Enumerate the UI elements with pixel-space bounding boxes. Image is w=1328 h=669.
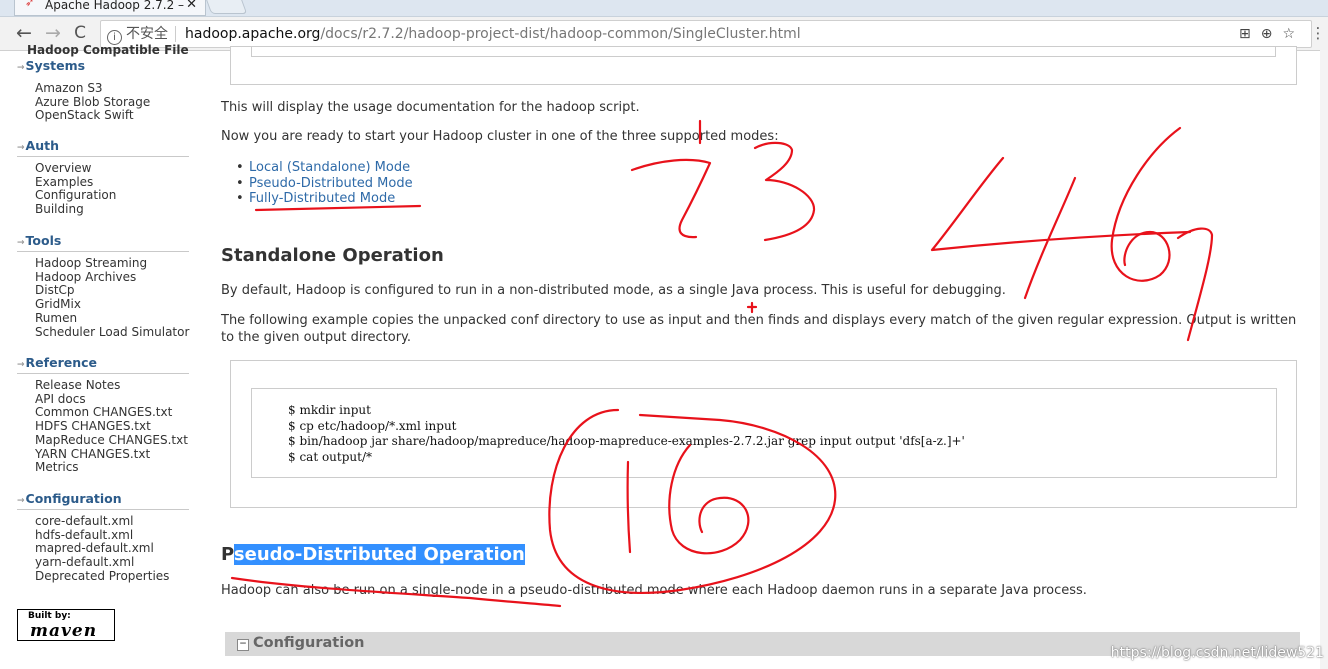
browser-tab-strip: ➶ Apache Hadoop 2.7.2 – ✕: [0, 0, 1328, 17]
sidebar-section-tools: →Tools Hadoop Streaming Hadoop Archives …: [17, 234, 189, 339]
link-fully-distributed-mode[interactable]: Fully-Distributed Mode: [249, 191, 395, 206]
address-actions: ⊞⊕☆: [1239, 21, 1305, 47]
built-by-maven-badge[interactable]: Built by: maven: [17, 609, 115, 641]
heading-first-letter: P: [221, 544, 234, 565]
sidebar-item-amazon-s3[interactable]: Amazon S3: [17, 81, 189, 96]
url-path: /docs/r2.7.2/hadoop-project-dist/hadoop-…: [320, 26, 801, 42]
link-local-mode[interactable]: Local (Standalone) Mode: [249, 160, 410, 175]
address-divider: [175, 26, 176, 42]
standalone-paragraph-2a: The following example copies the unpacke…: [221, 313, 1297, 328]
scrollbar[interactable]: [1320, 50, 1328, 669]
maven-logo: maven: [30, 621, 98, 641]
heading-pseudo-distributed-operation: Pseudo-Distributed Operation: [221, 544, 525, 565]
sidebar-item-azure-blob-storage[interactable]: Azure Blob Storage: [17, 95, 189, 110]
sidebar-heading: Tools: [25, 233, 62, 248]
configuration-heading: Configuration: [253, 635, 365, 651]
sidebar-heading: Systems: [25, 58, 86, 73]
address-bar[interactable]: i 不安全 hadoop.apache.org/docs/r2.7.2/hadoo…: [100, 20, 1312, 48]
bullet: •: [236, 160, 244, 175]
sidebar-item-hadoop-streaming[interactable]: Hadoop Streaming: [17, 256, 189, 271]
sidebar-cut-heading: Hadoop Compatible File: [27, 43, 189, 57]
bullet: •: [236, 175, 244, 191]
sidebar-item-gridmix[interactable]: GridMix: [17, 297, 189, 312]
bookmark-star-icon[interactable]: ☆: [1282, 26, 1305, 42]
reload-icon[interactable]: C: [68, 21, 92, 45]
sidebar-item-building[interactable]: Building: [17, 202, 189, 217]
sidebar-heading: Auth: [25, 138, 59, 153]
code-line: $ bin/hadoop jar share/hadoop/mapreduce/…: [288, 434, 965, 448]
sidebar-item-rumen[interactable]: Rumen: [17, 311, 189, 326]
zoom-icon[interactable]: ⊕: [1261, 26, 1283, 42]
sidebar-item-common-changes[interactable]: Common CHANGES.txt: [17, 406, 189, 420]
heading-standalone-operation: Standalone Operation: [221, 245, 444, 266]
sidebar-item-release-notes[interactable]: Release Notes: [17, 378, 189, 393]
code-line: $ cp etc/hadoop/*.xml input: [288, 418, 457, 433]
sidebar-heading: Configuration: [25, 491, 122, 506]
sidebar-item-metrics[interactable]: Metrics: [17, 461, 189, 475]
sidebar-item-hadoop-archives[interactable]: Hadoop Archives: [17, 270, 189, 285]
url-host: hadoop.apache.org: [185, 26, 321, 42]
link-pseudo-distributed-mode[interactable]: Pseudo-Distributed Mode: [249, 176, 413, 191]
sidebar-item-yarn-default[interactable]: yarn-default.xml: [17, 555, 189, 570]
sidebar-section-systems: →Systems Amazon S3 Azure Blob Storage Op…: [17, 59, 189, 123]
sidebar-item-core-default[interactable]: core-default.xml: [17, 514, 189, 529]
badge-caption: Built by:: [28, 611, 71, 621]
arrow-icon: →: [17, 238, 25, 248]
arrow-icon: →: [17, 360, 25, 370]
close-tab-icon[interactable]: ✕: [186, 0, 197, 15]
sidebar-item-api-docs[interactable]: API docs: [17, 392, 189, 407]
sidebar-item-yarn-changes[interactable]: YARN CHANGES.txt: [17, 447, 189, 462]
modes-intro: Now you are ready to start your Hadoop c…: [221, 129, 779, 144]
sidebar-heading: Reference: [25, 355, 97, 370]
sidebar-item-mapreduce-changes[interactable]: MapReduce CHANGES.txt: [17, 433, 189, 448]
watermark: https://blog.csdn.net/lidew521: [1110, 645, 1324, 661]
list-item: • Local (Standalone) Mode: [236, 160, 410, 176]
feather-icon: ➶: [25, 0, 35, 9]
code-line: $ mkdir input: [288, 403, 371, 417]
sidebar-item-distcp[interactable]: DistCp: [17, 284, 189, 298]
arrow-icon: →: [17, 143, 25, 153]
code-line: $ cat output/*: [288, 449, 373, 464]
sidebar-item-overview[interactable]: Overview: [17, 161, 189, 176]
bullet: •: [236, 191, 244, 206]
sidebar-item-mapred-default[interactable]: mapred-default.xml: [17, 542, 189, 556]
forward-arrow-icon[interactable]: →: [41, 21, 65, 45]
code-box-top: [230, 46, 1297, 85]
new-tab-button[interactable]: [204, 0, 248, 14]
sidebar-item-examples[interactable]: Examples: [17, 175, 189, 190]
code-box: $ mkdir input $ cp etc/hadoop/*.xml inpu…: [230, 360, 1297, 508]
selected-text: seudo-Distributed Operation: [233, 544, 525, 565]
translate-icon[interactable]: ⊞: [1239, 26, 1261, 42]
standalone-paragraph-2b: to the given output directory.: [221, 330, 412, 345]
security-label: 不安全: [126, 26, 168, 42]
arrow-icon: →: [17, 496, 25, 506]
sidebar-item-hdfs-changes[interactable]: HDFS CHANGES.txt: [17, 419, 189, 434]
sidebar-item-openstack-swift[interactable]: OpenStack Swift: [17, 109, 189, 123]
sidebar-item-hdfs-default[interactable]: hdfs-default.xml: [17, 528, 189, 543]
browser-tab[interactable]: ➶ Apache Hadoop 2.7.2 – ✕: [14, 0, 206, 16]
collapse-icon[interactable]: −: [237, 639, 249, 651]
code-box-top-inner: [251, 47, 1276, 57]
sidebar-item-configuration[interactable]: Configuration: [17, 189, 189, 203]
arrow-icon: →: [17, 63, 25, 73]
usage-text: This will display the usage documentatio…: [221, 100, 640, 115]
sidebar-section-reference: →Reference Release Notes API docs Common…: [17, 356, 189, 475]
sidebar-item-deprecated-properties[interactable]: Deprecated Properties: [17, 569, 189, 584]
list-item: • Fully-Distributed Mode: [236, 191, 395, 207]
back-arrow-icon[interactable]: ←: [12, 21, 36, 45]
sidebar-section-configuration: →Configuration core-default.xml hdfs-def…: [17, 492, 189, 584]
list-item: • Pseudo-Distributed Mode: [236, 176, 413, 192]
sidebar-nav: Hadoop Compatible File →Systems Amazon S…: [17, 43, 189, 669]
main-content: This will display the usage documentatio…: [221, 46, 1301, 669]
sidebar-section-auth: →Auth Overview Examples Configuration Bu…: [17, 139, 189, 217]
url-text[interactable]: hadoop.apache.org/docs/r2.7.2/hadoop-pro…: [185, 21, 801, 47]
standalone-paragraph-1: By default, Hadoop is configured to run …: [221, 283, 1006, 298]
pseudo-paragraph-1: Hadoop can also be run on a single-node …: [221, 583, 1087, 598]
sidebar-item-scheduler-load-simulator[interactable]: Scheduler Load Simulator: [17, 325, 189, 340]
tab-title: Apache Hadoop 2.7.2 –: [45, 0, 185, 12]
menu-icon[interactable]: ⋮: [1308, 21, 1328, 45]
